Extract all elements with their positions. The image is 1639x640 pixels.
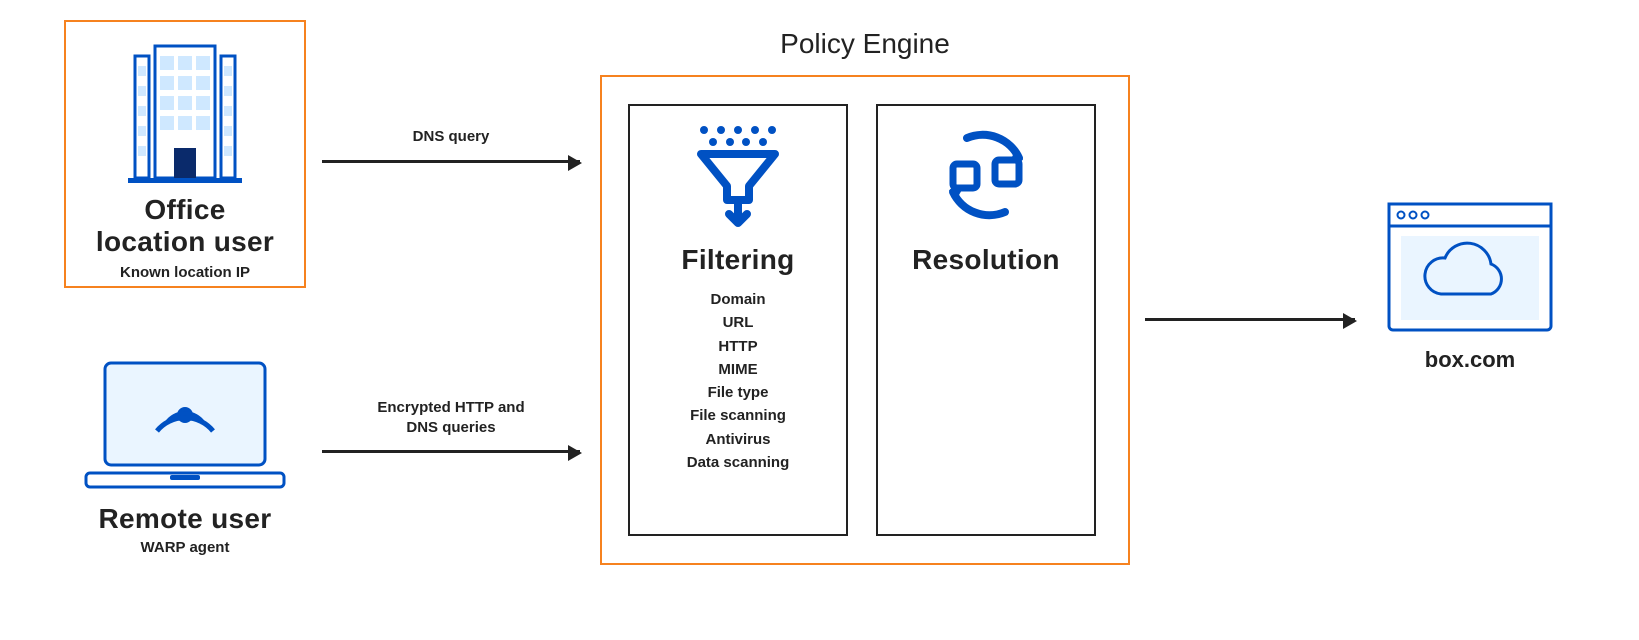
arrow-to-destination — [1145, 318, 1355, 321]
filtering-item: MIME — [640, 358, 836, 381]
arrow-dns — [322, 160, 580, 163]
cycle-icon — [931, 120, 1041, 230]
office-title-line2: location user — [66, 226, 304, 258]
filtering-item: File scanning — [640, 404, 836, 427]
office-user-block: Office location user Known location IP — [64, 20, 306, 288]
remote-title: Remote user — [64, 503, 306, 535]
funnel-icon — [683, 120, 793, 230]
filtering-card: Filtering Domain URL HTTP MIME File type… — [628, 104, 848, 536]
filtering-item: HTTP — [640, 335, 836, 358]
arrow-encrypted — [322, 450, 580, 453]
filtering-items: Domain URL HTTP MIME File type File scan… — [640, 288, 836, 474]
filtering-title: Filtering — [640, 244, 836, 276]
browser-cloud-icon — [1385, 200, 1555, 335]
policy-engine-title: Policy Engine — [600, 28, 1130, 60]
building-icon — [110, 38, 260, 188]
resolution-title: Resolution — [888, 244, 1084, 276]
filtering-item: Data scanning — [640, 451, 836, 474]
arrow-label-dns: DNS query — [322, 128, 580, 145]
arrow-label-encrypted-line2: DNS queries — [406, 419, 495, 436]
filtering-item: Antivirus — [640, 428, 836, 451]
destination-block: box.com — [1375, 200, 1565, 373]
filtering-item: Domain — [640, 288, 836, 311]
filtering-item: URL — [640, 311, 836, 334]
laptop-icon — [80, 355, 290, 495]
resolution-card: Resolution — [876, 104, 1096, 536]
remote-user-block: Remote user WARP agent — [64, 355, 306, 556]
arrow-label-encrypted-line1: Encrypted HTTP and — [377, 399, 524, 416]
arrow-label-encrypted: Encrypted HTTP and DNS queries — [322, 398, 580, 439]
remote-subtitle: WARP agent — [64, 539, 306, 556]
filtering-item: File type — [640, 381, 836, 404]
destination-label: box.com — [1375, 347, 1565, 373]
office-title-line1: Office — [66, 194, 304, 226]
office-subtitle: Known location IP — [66, 264, 304, 281]
diagram-canvas: { "office": { "title1": "Office", "title… — [0, 0, 1639, 640]
